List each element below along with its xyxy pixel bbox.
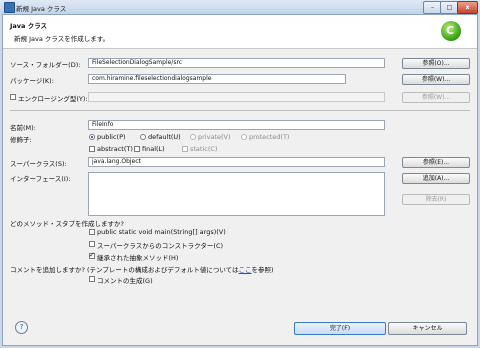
finish-button[interactable]: 完了(F) — [294, 322, 386, 335]
wizard-message: 新規 Java クラスを作成します。 — [14, 35, 110, 43]
source-folder-input[interactable]: FileSelectionDialogSample/src — [88, 58, 385, 68]
comments-question-prefix: コメントを追加しますか? (テンプレートの構成およびデフォルト値については — [10, 266, 239, 274]
modifier-default-label: default(U) — [148, 133, 181, 141]
enclosing-type-input[interactable] — [88, 92, 385, 102]
source-folder-browse-button[interactable]: 参照(O)... — [402, 58, 470, 69]
modifiers-label: 修飾子: — [10, 136, 32, 144]
wizard-header — [3, 15, 477, 49]
name-label: 名前(M): — [10, 124, 36, 132]
modifier-private-radio[interactable] — [190, 134, 196, 140]
interfaces-remove-button[interactable]: 除去(R) — [402, 194, 470, 205]
class-name-input[interactable]: FileInfo — [88, 120, 385, 130]
superclass-input[interactable]: java.lang.Object — [88, 157, 385, 167]
modifier-public-label: public(P) — [97, 133, 126, 141]
package-browse-button[interactable]: 参照(W)... — [402, 74, 470, 85]
modifier-static-checkbox[interactable] — [182, 146, 188, 152]
interfaces-add-button[interactable]: 追加(A)... — [402, 173, 470, 184]
stub-inherited-checkbox[interactable] — [89, 251, 95, 259]
modifier-final-label: final(L) — [142, 145, 165, 153]
class-c-icon: C — [446, 24, 455, 37]
modifier-abstract-checkbox[interactable] — [89, 146, 95, 152]
modifier-final-checkbox[interactable] — [134, 146, 140, 152]
modifier-protected-radio[interactable] — [241, 134, 247, 140]
stub-main-checkbox[interactable] — [89, 229, 95, 235]
modifier-public-radio[interactable] — [89, 134, 95, 140]
enclosing-type-browse-button[interactable]: 参照(W)... — [402, 92, 470, 103]
modifier-private-label: private(V) — [198, 133, 231, 141]
template-settings-link[interactable]: ここ — [239, 266, 252, 274]
modifier-protected-label: protected(T) — [249, 133, 290, 141]
comments-question: コメントを追加しますか? (テンプレートの構成およびデフォルト値についてはここを… — [10, 264, 274, 274]
separator — [10, 110, 470, 111]
close-button[interactable]: x — [457, 1, 478, 14]
help-icon[interactable]: ? — [15, 321, 28, 334]
generate-comments-checkbox[interactable] — [89, 276, 95, 282]
stub-constructors-checkbox[interactable] — [89, 241, 95, 247]
generate-comments-label: コメントの生成(G) — [97, 277, 153, 285]
stubs-question: どのメソッド・スタブを作成しますか? — [10, 220, 124, 228]
stub-main-label: public static void main(String[] args)(V… — [97, 228, 226, 236]
comments-question-suffix: を参照) — [251, 266, 274, 274]
superclass-label: スーパークラス(S): — [10, 160, 67, 168]
modifier-default-radio[interactable] — [140, 134, 146, 140]
superclass-browse-button[interactable]: 参照(E)... — [402, 157, 470, 168]
cancel-button[interactable]: キャンセル — [388, 322, 467, 335]
title-bar — [0, 0, 480, 14]
modifier-abstract-label: abstract(T) — [97, 145, 133, 153]
window-title: 新規 Java クラス — [16, 5, 67, 13]
source-folder-label: ソース・フォルダー(D): — [10, 61, 81, 69]
interfaces-list[interactable] — [88, 172, 385, 216]
wizard-title: Java クラス — [10, 22, 48, 30]
package-input[interactable]: com.hiramine.fileselectiondialogsample — [88, 74, 346, 84]
package-label: パッケージ(K): — [10, 77, 54, 85]
enclosing-type-checkbox[interactable] — [10, 94, 16, 100]
enclosing-type-label: エンクロージング型(Y): — [18, 95, 88, 103]
window-app-icon — [4, 2, 15, 13]
modifier-static-label: static(C) — [190, 145, 218, 153]
interfaces-label: インターフェース(I): — [10, 175, 71, 183]
stub-inherited-label: 継承された抽象メソッド(H) — [97, 254, 179, 262]
stub-constructors-label: スーパークラスからのコンストラクター(C) — [97, 242, 224, 250]
